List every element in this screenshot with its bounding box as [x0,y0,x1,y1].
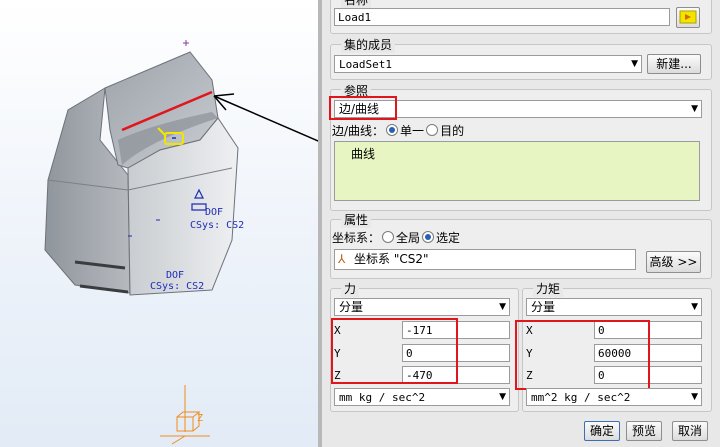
radio-target-label[interactable]: 目的 [440,124,464,138]
dof-label-bottom: DOF [166,270,185,281]
csys-label-bottom: CSys: CS2 [150,281,205,292]
ok-button[interactable]: 确定 [584,421,620,441]
name-group-label: 名称 [341,0,372,8]
radio-target[interactable] [426,124,439,136]
radio-selected-label[interactable]: 选定 [436,231,460,245]
csys-row: 坐标系： 全局 选定 [332,229,460,246]
name-input[interactable]: Load1 [334,8,670,26]
csys-icon: ⅄ [338,252,346,266]
csys-value: 坐标系 "CS2" [354,252,429,266]
force-group-label: 力 [341,280,360,297]
members-group-label: 集的成员 [341,36,396,53]
radio-single[interactable] [386,124,399,136]
preview-button[interactable]: 预览 [626,421,662,441]
moment-group-label: 力矩 [533,280,564,297]
force-units-value: mm kg / sec^2 [339,391,426,404]
highlight-moment-values [515,320,650,390]
chevron-down-icon: ▼ [691,392,698,402]
selection-label: 边/曲线： [332,124,385,138]
chevron-down-icon: ▼ [499,302,506,312]
radio-global[interactable] [382,231,395,243]
reference-selection-row: 边/曲线： 单一 目的 [332,122,464,139]
color-button[interactable] [676,7,700,28]
csys-label-top: CSys: CS2 [190,220,245,231]
color-swatch-icon [679,10,697,24]
csys-field[interactable]: ⅄ 坐标系 "CS2" [334,249,636,270]
model-graphics [44,40,318,445]
load-dialog: 名称 Load1 集的成员 LoadSet1 ▼ 新建... 参照 边/曲线 ▼… [322,0,720,447]
chevron-down-icon: ▼ [631,59,638,69]
chevron-down-icon: ▼ [691,104,698,114]
reference-list-item[interactable]: 曲线 [351,145,375,162]
radio-global-label[interactable]: 全局 [396,231,420,245]
moment-units-select[interactable]: mm^2 kg / sec^2 ▼ [526,388,702,406]
reference-list[interactable]: 曲线 [334,141,700,201]
csys-label: 坐标系： [332,231,381,245]
model-viewport[interactable]: DOF CSys: CS2 DOF CSys: CS2 Z [0,0,318,447]
radio-single-label[interactable]: 单一 [400,124,424,138]
dof-label-top: DOF [205,207,224,218]
highlight-reference-type [329,96,397,120]
moment-units-value: mm^2 kg / sec^2 [531,391,631,404]
new-loadset-button[interactable]: 新建... [647,54,701,74]
axis-z-label: Z [197,413,204,424]
moment-mode-value: 分量 [531,300,556,314]
highlight-force-values [331,318,458,384]
force-mode-select[interactable]: 分量 ▼ [334,298,510,316]
force-mode-value: 分量 [339,300,364,314]
force-units-select[interactable]: mm kg / sec^2 ▼ [334,388,510,406]
advanced-button[interactable]: 高级 >> [646,251,701,273]
chevron-down-icon: ▼ [691,302,698,312]
chevron-down-icon: ▼ [499,392,506,402]
moment-mode-select[interactable]: 分量 ▼ [526,298,702,316]
loadset-value: LoadSet1 [339,58,392,71]
radio-selected[interactable] [422,231,435,243]
cancel-button[interactable]: 取消 [672,421,708,441]
properties-group-label: 属性 [341,211,372,228]
loadset-select[interactable]: LoadSet1 ▼ [334,55,642,73]
